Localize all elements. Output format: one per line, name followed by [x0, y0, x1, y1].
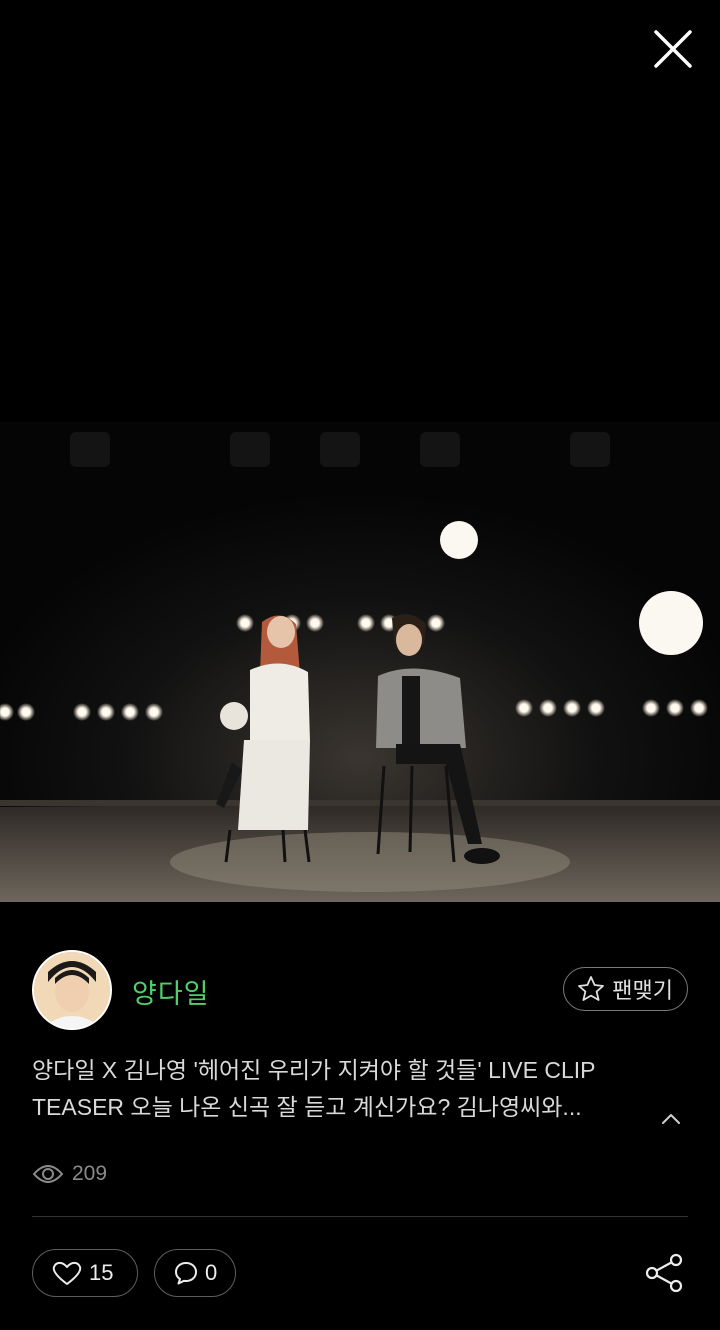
post-image[interactable] — [0, 422, 720, 902]
avatar[interactable] — [32, 950, 112, 1030]
comment-icon — [175, 1262, 197, 1285]
author-name[interactable]: 양다일 — [132, 972, 210, 1011]
divider — [32, 1216, 688, 1217]
share-button[interactable] — [644, 1252, 686, 1294]
avatar-image — [34, 952, 110, 1028]
like-count: 15 — [89, 1260, 114, 1285]
stage-photo — [0, 422, 720, 902]
like-button[interactable]: 15 — [32, 1249, 138, 1297]
heart-icon — [52, 1261, 82, 1285]
close-button[interactable] — [650, 26, 696, 72]
collapse-description-button[interactable] — [658, 1106, 684, 1132]
follow-label: 팬맺기 — [612, 978, 673, 1003]
author-row: 양다일 팬맺기 — [32, 950, 688, 1030]
comment-count: 0 — [205, 1260, 218, 1285]
view-count: 209 — [32, 1160, 107, 1188]
view-count-value: 209 — [72, 1162, 108, 1185]
post-description: 양다일 X 김나영 '헤어진 우리가 지켜야 할 것들' LIVE CLIP T… — [32, 1052, 652, 1126]
description-line-2: TEASER 오늘 나온 신곡 잘 듣고 계신가요? 김나영씨와... — [32, 1094, 582, 1120]
chevron-up-icon — [662, 1114, 680, 1124]
eye-icon — [32, 1165, 64, 1183]
description-line-1: 양다일 X 김나영 '헤어진 우리가 지켜야 할 것들' LIVE CLIP — [32, 1057, 596, 1083]
close-icon — [654, 30, 692, 68]
follow-button[interactable]: 팬맺기 — [563, 967, 688, 1011]
share-icon — [645, 1253, 683, 1293]
comment-button[interactable]: 0 — [154, 1249, 236, 1297]
star-icon — [578, 976, 605, 1001]
